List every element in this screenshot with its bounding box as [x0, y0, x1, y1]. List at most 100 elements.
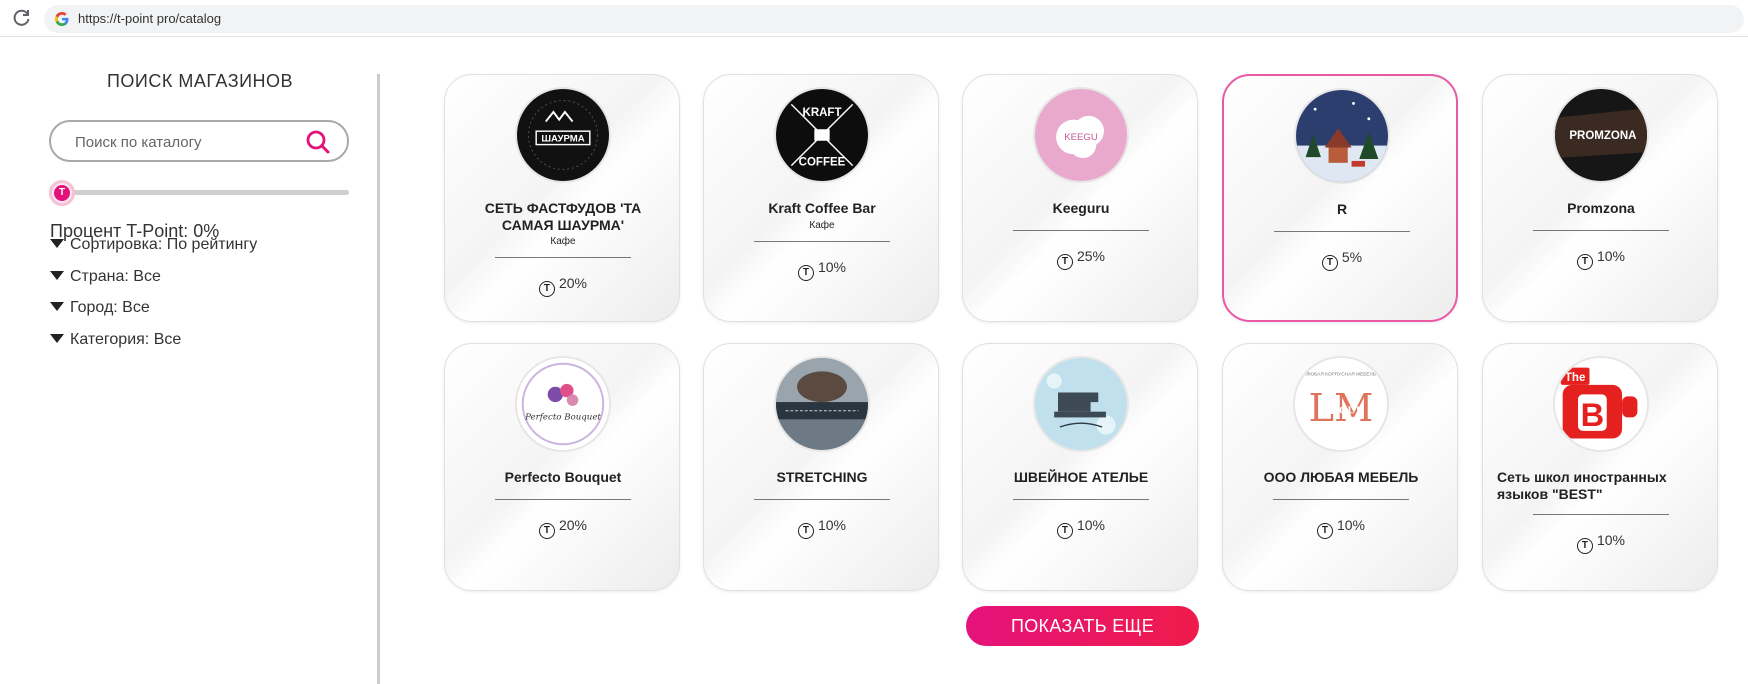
percent-slider[interactable]: T — [49, 177, 349, 207]
card-divider — [1274, 231, 1410, 232]
keeguru-logo: KEEGU — [1033, 87, 1129, 183]
card-divider — [754, 499, 890, 500]
store-name: ШВЕЙНОЕ АТЕЛЬЕ — [1013, 469, 1149, 485]
t-point-icon: T — [538, 281, 555, 297]
store-card[interactable]: ШВЕЙНОЕ АТЕЛЬЕ T 10% — [962, 343, 1198, 591]
t-point-icon: T — [1056, 254, 1073, 270]
store-percent: T 20% — [445, 517, 681, 539]
filter-sort-label: Сортировка: По рейтингу — [70, 236, 258, 253]
store-card[interactable]: Perfecto Bouquet Perfecto Bouquet T 20% — [444, 343, 680, 591]
caret-down-icon — [50, 334, 64, 343]
b-logo-text: B — [1581, 397, 1605, 433]
store-name: Keeguru — [1052, 200, 1110, 216]
store-name: ООО ЛЮБАЯ МЕБЕЛЬ — [1263, 469, 1419, 485]
sewing-machine-logo — [1033, 356, 1129, 452]
perfecto-bouquet-logo: Perfecto Bouquet — [515, 356, 611, 452]
t-point-icon: T — [54, 185, 70, 201]
show-more-button[interactable]: ПОКАЗАТЬ ЕЩЕ — [966, 606, 1199, 646]
store-name: СЕТЬ ФАСТФУДОВ 'ТА САМАЯ ШАУРМА' — [484, 200, 642, 233]
the-logo-text: The — [1565, 372, 1585, 384]
store-name: Perfecto Bouquet — [504, 469, 622, 485]
sidebar-title: ПОИСК МАГАЗИНОВ — [106, 71, 294, 91]
card-divider — [1013, 230, 1149, 231]
store-percent: T 5% — [1224, 249, 1460, 271]
search-icon[interactable] — [305, 129, 331, 155]
store-name: Kraft Coffee Bar — [768, 200, 876, 216]
store-percent-value: 10% — [817, 517, 847, 533]
store-category: Кафе — [550, 236, 576, 247]
address-bar[interactable]: https://t-point pro/catalog — [44, 5, 1744, 33]
card-divider — [1273, 499, 1409, 500]
store-card[interactable]: PROMZONA Promzona T 10% — [1482, 74, 1718, 322]
lm-top-text: ЛЮБАЯ КОРПУСНАЯ МЕБЕЛЬ — [1306, 371, 1376, 377]
store-name: STRETCHING — [776, 469, 868, 485]
card-divider — [1533, 514, 1669, 515]
url-text: https://t-point pro/catalog — [78, 11, 222, 26]
store-card[interactable]: KRAFT COFFEE Kraft Coffee Bar Кафе T 10% — [703, 74, 939, 322]
t-point-icon: T — [1576, 254, 1593, 270]
card-divider — [1013, 499, 1149, 500]
store-percent: T 25% — [963, 248, 1199, 270]
store-percent: T 10% — [1223, 517, 1459, 539]
store-percent-value: 10% — [1076, 517, 1106, 533]
filter-country[interactable]: Страна: Все — [50, 268, 161, 290]
store-percent-value: 20% — [558, 275, 588, 291]
t-point-icon: T — [797, 523, 814, 539]
lm-group-text: GROUP — [1323, 406, 1363, 417]
slider-track[interactable] — [67, 190, 349, 195]
promzona-logo: PROMZONA — [1553, 87, 1649, 183]
filter-country-label: Страна: Все — [70, 268, 161, 285]
lm-group-logo: ЛЮБАЯ КОРПУСНАЯ МЕБЕЛЬ LM GROUP — [1293, 356, 1389, 452]
stretching-logo — [774, 356, 870, 452]
slider-handle[interactable]: T — [49, 180, 75, 206]
shaurma-logo-text: ШАУРМА — [541, 134, 584, 145]
perfecto-logo-text: Perfecto Bouquet — [524, 412, 601, 422]
filter-category[interactable]: Категория: Все — [50, 331, 181, 353]
shaurma-logo: ШАУРМА — [515, 87, 611, 183]
t-point-icon: T — [1576, 538, 1593, 554]
store-percent-value: 10% — [1596, 532, 1626, 548]
keeguru-logo-text: KEEGU — [1064, 132, 1098, 143]
caret-down-icon — [50, 302, 64, 311]
store-card[interactable]: STRETCHING T 10% — [703, 343, 939, 591]
filter-sort[interactable]: Сортировка: По рейтингу — [50, 236, 257, 258]
coffee-logo-text: COFFEE — [799, 157, 846, 169]
caret-down-icon — [50, 239, 64, 248]
store-card[interactable]: ЛЮБАЯ КОРПУСНАЯ МЕБЕЛЬ LM GROUP ООО ЛЮБАЯ … — [1222, 343, 1458, 591]
store-percent-value: 10% — [817, 259, 847, 275]
store-card[interactable]: ШАУРМА СЕТЬ ФАСТФУДОВ 'ТА САМАЯ ШАУРМА' … — [444, 74, 680, 322]
t-point-icon: T — [1321, 255, 1338, 271]
store-percent-value: 5% — [1341, 249, 1363, 265]
store-name: R — [1336, 201, 1348, 217]
store-percent: T 10% — [704, 259, 940, 281]
t-point-icon: T — [797, 265, 814, 281]
catalog-search — [49, 120, 349, 162]
card-divider — [1533, 230, 1669, 231]
store-category: Кафе — [809, 220, 835, 231]
store-card[interactable]: The B Сеть школ иностранных языков "BEST"… — [1482, 343, 1718, 591]
store-percent-value: 10% — [1596, 248, 1626, 264]
store-name: Promzona — [1567, 200, 1635, 216]
winter-scene-logo — [1294, 88, 1390, 184]
t-point-icon: T — [1316, 523, 1333, 539]
store-percent: T 10% — [1483, 248, 1719, 270]
search-sidebar: ПОИСК МАГАЗИНОВ T Процент T-Point: 0% Со… — [0, 37, 380, 684]
store-name: Сеть школ иностранных языков "BEST" — [1497, 469, 1667, 502]
store-card-selected[interactable]: R T 5% — [1222, 74, 1458, 322]
store-card[interactable]: KEEGU Keeguru T 25% — [962, 74, 1198, 322]
store-percent: T 10% — [963, 517, 1199, 539]
promzona-logo-text: PROMZONA — [1569, 130, 1636, 142]
kraft-logo-text: KRAFT — [803, 107, 842, 119]
store-percent-value: 10% — [1336, 517, 1366, 533]
t-point-icon: T — [1056, 523, 1073, 539]
store-percent-value: 20% — [558, 517, 588, 533]
filter-category-label: Категория: Все — [70, 331, 182, 348]
store-percent: T 20% — [445, 275, 681, 297]
filter-city[interactable]: Город: Все — [50, 299, 150, 321]
card-divider — [754, 241, 890, 242]
the-best-logo: The B — [1553, 356, 1649, 452]
sidebar-divider — [377, 74, 380, 684]
store-percent-value: 25% — [1076, 248, 1106, 264]
reload-icon[interactable] — [12, 8, 32, 28]
search-input[interactable] — [75, 132, 295, 152]
